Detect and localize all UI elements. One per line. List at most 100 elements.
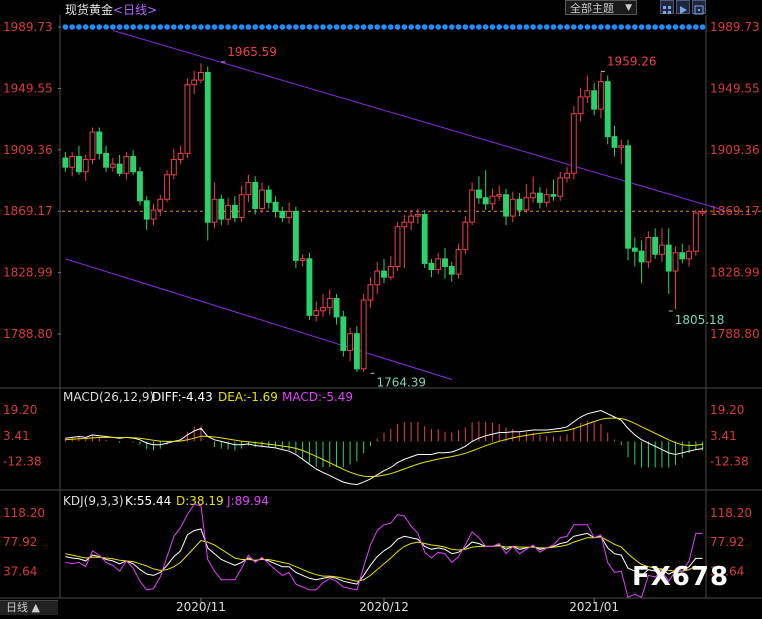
candle-body: [326, 298, 333, 309]
candle-body: [89, 131, 96, 161]
event-dot: [510, 24, 516, 30]
event-dot: [238, 24, 245, 30]
candle-body: [299, 258, 306, 261]
event-dot: [354, 24, 360, 30]
theme-selector[interactable]: 全部主题 ▼: [565, 0, 637, 15]
event-dot: [632, 24, 638, 30]
event-dot: [591, 24, 597, 30]
candle-body: [225, 204, 232, 220]
candle-body: [103, 152, 110, 168]
kdj-tick-right: 77.92: [710, 535, 744, 549]
kdj-tick-left: 77.92: [3, 535, 37, 549]
symbol-name: 现货黄金: [65, 3, 114, 17]
extreme-label: 1959.26: [607, 55, 657, 69]
event-dot: [320, 24, 326, 30]
x-tick-label: 2021/01: [569, 600, 619, 614]
candle-body: [279, 210, 286, 219]
candle-body: [584, 90, 591, 98]
event-dot: [123, 24, 130, 30]
candle-body: [82, 159, 89, 173]
watermark-logo: FX678: [632, 562, 730, 592]
event-dot: [516, 24, 523, 30]
event-dot: [408, 24, 414, 30]
event-dot: [638, 24, 645, 30]
candle-body: [631, 247, 638, 252]
event-dot: [571, 24, 577, 30]
candle-body: [570, 113, 577, 174]
candle-body: [191, 79, 198, 86]
macd-tick-left: 19.20: [3, 403, 37, 417]
candle-body: [428, 262, 435, 271]
candle-body: [381, 270, 387, 278]
macd-tick-right: 19.20: [710, 403, 744, 417]
candle-body: [238, 194, 245, 219]
event-dot: [381, 24, 387, 30]
event-dot: [89, 24, 96, 30]
candle-body: [577, 96, 584, 115]
candle-body: [597, 81, 604, 110]
extreme-label: 1805.18: [675, 313, 725, 327]
candle-body: [360, 299, 367, 370]
candle-body: [231, 204, 238, 219]
event-dot: [272, 24, 279, 30]
event-dot: [686, 24, 692, 30]
event-dot: [557, 24, 564, 30]
candle-body: [543, 194, 550, 203]
candle-body: [442, 258, 448, 267]
event-dot: [299, 24, 306, 30]
event-dot: [76, 24, 82, 30]
macd-tick-left: 3.41: [3, 429, 30, 443]
event-dot: [265, 24, 272, 30]
header-title: 现货黄金<日线>: [65, 1, 157, 18]
price-tick-left: 1909.36: [3, 143, 53, 157]
event-dot: [489, 24, 496, 30]
candle-body: [503, 194, 509, 217]
play-icon[interactable]: [676, 0, 690, 14]
event-dot: [245, 24, 252, 30]
event-dot: [96, 24, 103, 30]
candle-body: [340, 316, 347, 352]
candle-body: [313, 310, 320, 316]
expand-icon[interactable]: [692, 0, 706, 15]
event-dot: [279, 24, 286, 30]
price-tick-left: 1989.73: [3, 20, 53, 34]
candle-body: [536, 192, 543, 203]
event-dot: [401, 24, 408, 30]
event-dot: [69, 24, 75, 30]
candle-body: [421, 214, 428, 264]
price-tick-right: 1788.80: [710, 327, 760, 341]
period-label[interactable]: <日线>: [113, 3, 157, 17]
event-dot: [584, 24, 591, 30]
event-dot: [659, 24, 665, 30]
period-tab[interactable]: 日线 ▲: [0, 600, 58, 615]
macd-dea-label: DEA:-1.69: [218, 390, 278, 404]
event-dot: [550, 24, 557, 30]
event-dot: [665, 24, 672, 30]
event-dot: [184, 24, 191, 30]
event-dot: [482, 24, 489, 30]
grid-icon[interactable]: [660, 0, 674, 14]
event-dot: [530, 24, 536, 30]
candle-body: [218, 198, 225, 220]
event-dot: [82, 24, 89, 30]
candle-body: [665, 244, 672, 272]
candle-body: [170, 159, 177, 176]
candle-body: [306, 258, 313, 316]
candle-body: [658, 244, 665, 255]
event-dot: [455, 24, 462, 30]
event-dot: [103, 24, 109, 30]
event-dot: [462, 24, 469, 30]
event-dot: [333, 24, 340, 30]
candle-body: [469, 189, 476, 223]
event-dot: [143, 24, 150, 30]
expand-icon-glyph: [694, 5, 704, 15]
event-dot: [204, 24, 211, 30]
candle-body: [516, 198, 523, 211]
event-dot: [543, 24, 550, 30]
macd-value-label: MACD:-5.49: [282, 390, 353, 404]
candle-body: [387, 265, 394, 278]
candle-body: [394, 226, 401, 267]
candle-body: [76, 155, 82, 173]
event-dot: [286, 24, 292, 30]
candle-body: [686, 250, 692, 260]
